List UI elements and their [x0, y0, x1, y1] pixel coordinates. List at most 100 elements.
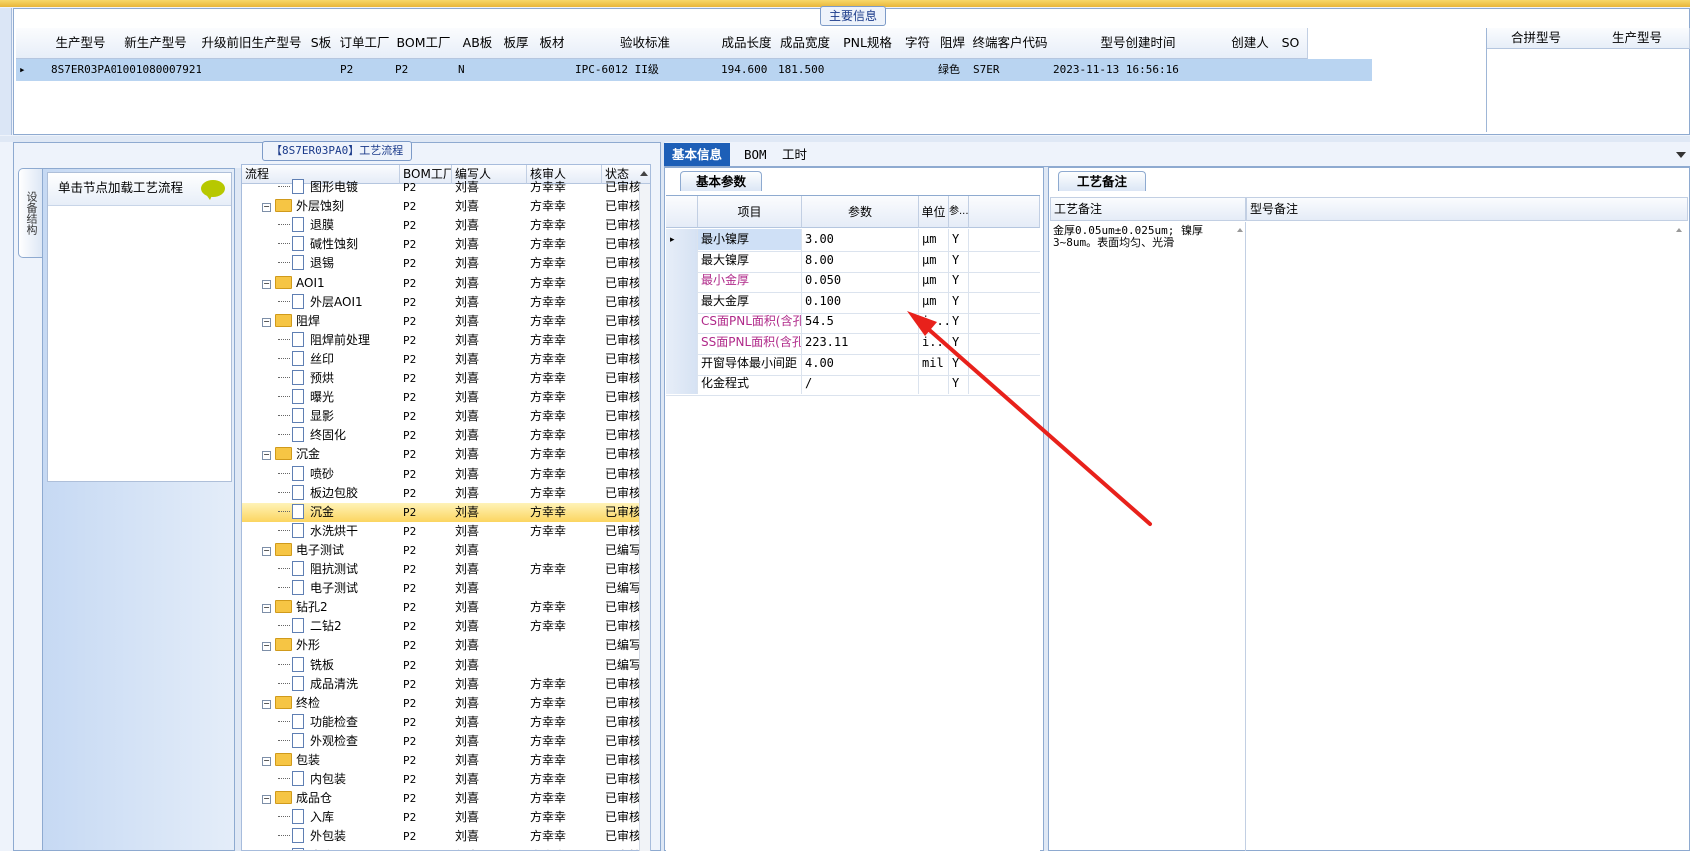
collapse-icon[interactable]: − [262, 279, 271, 289]
tree-row[interactable]: − 外层蚀刻 P2 刘喜 方幸幸 已审核 [242, 197, 650, 216]
column-header[interactable]: 新生产型号 [113, 28, 199, 59]
tree-row[interactable]: 成品清洗 P2 刘喜 方幸幸 已审核 [242, 675, 650, 694]
column-header[interactable]: 生产型号 [48, 28, 114, 59]
tree-row[interactable]: − AOI1 P2 刘喜 方幸幸 已审核 [242, 274, 650, 293]
tree-row[interactable]: − 钻孔2 P2 刘喜 方幸幸 已审核 [242, 598, 650, 617]
param-value[interactable]: 223.11 [802, 332, 919, 353]
collapse-icon[interactable]: − [262, 451, 271, 461]
column-header[interactable]: 验收标准 [572, 28, 719, 59]
tree-row[interactable]: 入库 P2 刘喜 方幸幸 已审核 [242, 808, 650, 827]
param-value[interactable]: 8.00 [802, 249, 919, 271]
tree-row[interactable]: 退锡 P2 刘喜 方幸幸 已审核 [242, 254, 650, 273]
params-row[interactable]: 开窗导体最小间距 4.00 mil Y [666, 352, 1040, 376]
process-note-text[interactable]: 金厚0.05um±0.025um; 镍厚3~8um。表面均匀、光滑 [1050, 222, 1246, 851]
tree-row[interactable]: − 成品仓 P2 刘喜 方幸幸 已审核 [242, 789, 650, 808]
params-row[interactable]: SS面PNL面积(含孔) 223.11 i... Y [666, 332, 1040, 355]
param-value[interactable]: 3.00 [802, 229, 919, 250]
params-row[interactable]: 最大金厚 0.100 μm Y [666, 290, 1040, 314]
model-note-text[interactable] [1246, 222, 1688, 851]
column-header[interactable]: SO [1274, 28, 1308, 59]
tree-row[interactable]: 内包装 P2 刘喜 方幸幸 已审核 [242, 770, 650, 789]
tree-row[interactable]: − 外形 P2 刘喜 已编写 [242, 636, 650, 655]
collapse-icon[interactable]: − [262, 699, 271, 709]
column-header[interactable]: 板材 [532, 28, 573, 59]
column-header[interactable]: 成品宽度 [775, 28, 836, 59]
tree-row[interactable]: − 电子测试 P2 刘喜 已编写 [242, 541, 650, 560]
params-row[interactable]: ▸ 最小镍厚 3.00 μm Y [666, 229, 1040, 252]
chevron-down-icon[interactable] [1676, 152, 1686, 158]
params-column-header[interactable]: 单位 [919, 196, 949, 228]
column-header[interactable]: S板 [305, 28, 338, 59]
params-row[interactable]: 最大镍厚 8.00 μm Y [666, 249, 1040, 273]
params-column-header[interactable]: 参数 [802, 196, 919, 228]
tree-row[interactable]: 显影 P2 刘喜 方幸幸 已审核 [242, 407, 650, 426]
param-value[interactable]: 0.050 [802, 270, 919, 292]
process-tree-grid[interactable]: 流程 BOM工厂 编写人 核审人 状态 图形电镀 P2 刘喜 方幸幸 已审核 − 外层蚀刻 P2 刘喜 方幸… [241, 164, 651, 851]
tree-row[interactable]: 曝光 P2 刘喜 方幸幸 已审核 [242, 388, 650, 407]
param-value[interactable]: 4.00 [802, 352, 919, 374]
column-header[interactable]: 板厚 [500, 28, 533, 59]
param-value[interactable]: 54.5 [802, 311, 919, 333]
tree-row[interactable]: 阻焊前处理 P2 刘喜 方幸幸 已审核 [242, 331, 650, 350]
params-tab[interactable]: 基本参数 [680, 171, 762, 191]
tree-row[interactable]: 外观检查 P2 刘喜 方幸幸 已审核 [242, 732, 650, 751]
tree-row[interactable]: 功能检查 P2 刘喜 方幸幸 已审核 [242, 713, 650, 732]
tree-row[interactable]: 铣板 P2 刘喜 已编写 [242, 656, 650, 675]
tree-row[interactable]: − 沉金 P2 刘喜 方幸幸 已审核 [242, 445, 650, 464]
params-column-header[interactable]: 项目 [698, 196, 802, 228]
collapse-icon[interactable]: − [262, 757, 271, 766]
column-header[interactable]: PNL规格 [835, 28, 901, 59]
tab-basic-info[interactable]: 基本信息 [664, 143, 731, 166]
collapse-icon[interactable]: − [262, 604, 271, 614]
param-value[interactable]: 0.100 [802, 290, 919, 312]
tree-row[interactable]: 终固化 P2 刘喜 方幸幸 已审核 [242, 426, 650, 445]
tree-row[interactable]: 电子测试 P2 刘喜 已编写 [242, 579, 650, 598]
tree-row[interactable]: 预烘 P2 刘喜 方幸幸 已审核 [242, 369, 650, 388]
scroll-up-icon[interactable] [1237, 228, 1243, 232]
column-header[interactable]: 订单工厂 [337, 28, 393, 59]
tree-row[interactable]: 碱性蚀刻 P2 刘喜 方幸幸 已审核 [242, 235, 650, 254]
collapse-icon[interactable]: − [262, 317, 271, 327]
collapse-icon[interactable]: − [262, 795, 271, 805]
tree-row[interactable]: − 阻焊 P2 刘喜 方幸幸 已审核 [242, 312, 650, 331]
param-value[interactable]: / [802, 373, 919, 395]
tab-bom[interactable]: BOM [736, 143, 775, 166]
params-column-header[interactable]: 参... [949, 196, 969, 228]
tree-scrollbar[interactable] [639, 184, 650, 851]
column-header[interactable]: AB板 [455, 28, 501, 59]
params-row[interactable]: 最小金厚 0.050 μm Y [666, 270, 1040, 294]
params-row[interactable]: 化金程式 / Y [666, 373, 1040, 397]
tab-work-hours[interactable]: 工时 [774, 143, 815, 166]
tree-row[interactable]: 喷砂 P2 刘喜 方幸幸 已审核 [242, 465, 650, 484]
tree-row[interactable]: 水洗烘干 P2 刘喜 方幸幸 已审核 [242, 522, 650, 541]
collapse-icon[interactable]: − [262, 203, 271, 213]
column-header[interactable]: 型号创建时间 [1050, 28, 1227, 59]
merge-column-header[interactable]: 生产型号 [1585, 28, 1690, 49]
column-header[interactable]: 阻焊 [935, 28, 971, 59]
tree-row[interactable]: − 包装 P2 刘喜 方幸幸 已审核 [242, 751, 650, 770]
main-info-grid[interactable]: 生产型号 新生产型号 升级前旧生产型号 S板 订单工厂 BOM工厂 AB板 板厚 板材 验收标准成… [16, 28, 1486, 132]
tree-row[interactable]: 二钻2 P2 刘喜 方幸幸 已审核 [242, 617, 650, 636]
tree-row[interactable]: 板边包胶 P2 刘喜 方幸幸 已审核 [242, 484, 650, 503]
collapse-icon[interactable]: − [262, 642, 271, 652]
tree-row[interactable]: 丝印 P2 刘喜 方幸幸 已审核 [242, 350, 650, 369]
collapse-icon[interactable]: − [262, 546, 271, 556]
tree-row[interactable]: − 终检 P2 刘喜 方幸幸 已审核 [242, 694, 650, 713]
params-grid[interactable]: 项目 参数 单位 参... ▸ 最小镍厚 3.00 μm Y 最大镍厚 8.00 μm Y 最小金厚 0.0… [666, 195, 1040, 851]
tree-row[interactable]: 出库P2刘喜方幸幸已审核 [242, 847, 650, 850]
params-row[interactable]: CS面PNL面积(含孔) 54.5 i... Y [666, 311, 1040, 335]
main-grid-row[interactable]: ▸ 8S7ER03PA0 10010800079217 P2 P2 N IPC-6012 I… [16, 59, 1372, 81]
scroll-up-icon[interactable] [1676, 228, 1682, 232]
column-header[interactable]: 创建人 [1226, 28, 1275, 59]
column-header[interactable]: 字符 [900, 28, 936, 59]
tree-row[interactable]: 外层AOI1 P2 刘喜 方幸幸 已审核 [242, 293, 650, 312]
side-tab-equipment[interactable]: 设备结构 [18, 168, 42, 258]
tree-row[interactable]: 退膜 P2 刘喜 方幸幸 已审核 [242, 216, 650, 235]
column-header[interactable]: BOM工厂 [392, 28, 456, 59]
tree-row[interactable]: 外包装 P2 刘喜 方幸幸 已审核 [242, 827, 650, 846]
column-header[interactable]: 成品长度 [718, 28, 776, 59]
tree-row[interactable]: 沉金 P2 刘喜 方幸幸 已审核 [242, 502, 650, 522]
merge-column-header[interactable]: 合拼型号 [1487, 28, 1586, 49]
tree-row[interactable]: 阻抗测试 P2 刘喜 方幸幸 已审核 [242, 560, 650, 579]
tree-row[interactable]: 图形电镀 P2 刘喜 方幸幸 已审核 [242, 178, 650, 197]
